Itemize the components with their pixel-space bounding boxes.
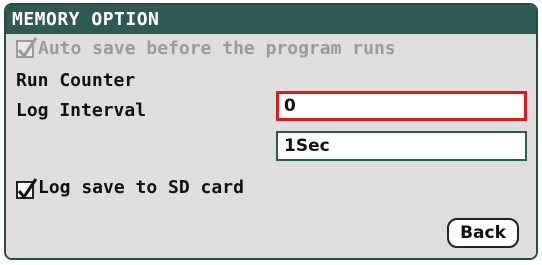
log-interval-label: Log Interval [16, 100, 147, 121]
run-counter-input[interactable]: 0 [276, 91, 527, 121]
auto-save-label: Auto save before the program runs [38, 38, 396, 59]
back-button[interactable]: Back [447, 218, 519, 248]
checkmark-icon [17, 37, 38, 59]
title-bar: MEMORY OPTION [6, 5, 536, 34]
memory-option-dialog: MEMORY OPTION Auto save before the progr… [4, 3, 538, 260]
log-interval-input[interactable]: 1Sec [276, 131, 527, 161]
run-counter-label: Run Counter [16, 70, 136, 91]
auto-save-checkbox[interactable] [16, 37, 38, 59]
dialog-title: MEMORY OPTION [12, 9, 160, 30]
log-sd-label: Log save to SD card [38, 177, 244, 198]
log-sd-checkbox[interactable] [16, 178, 38, 200]
checkmark-icon [17, 178, 38, 200]
options-panel: Auto save before the program runs Run Co… [6, 34, 536, 258]
